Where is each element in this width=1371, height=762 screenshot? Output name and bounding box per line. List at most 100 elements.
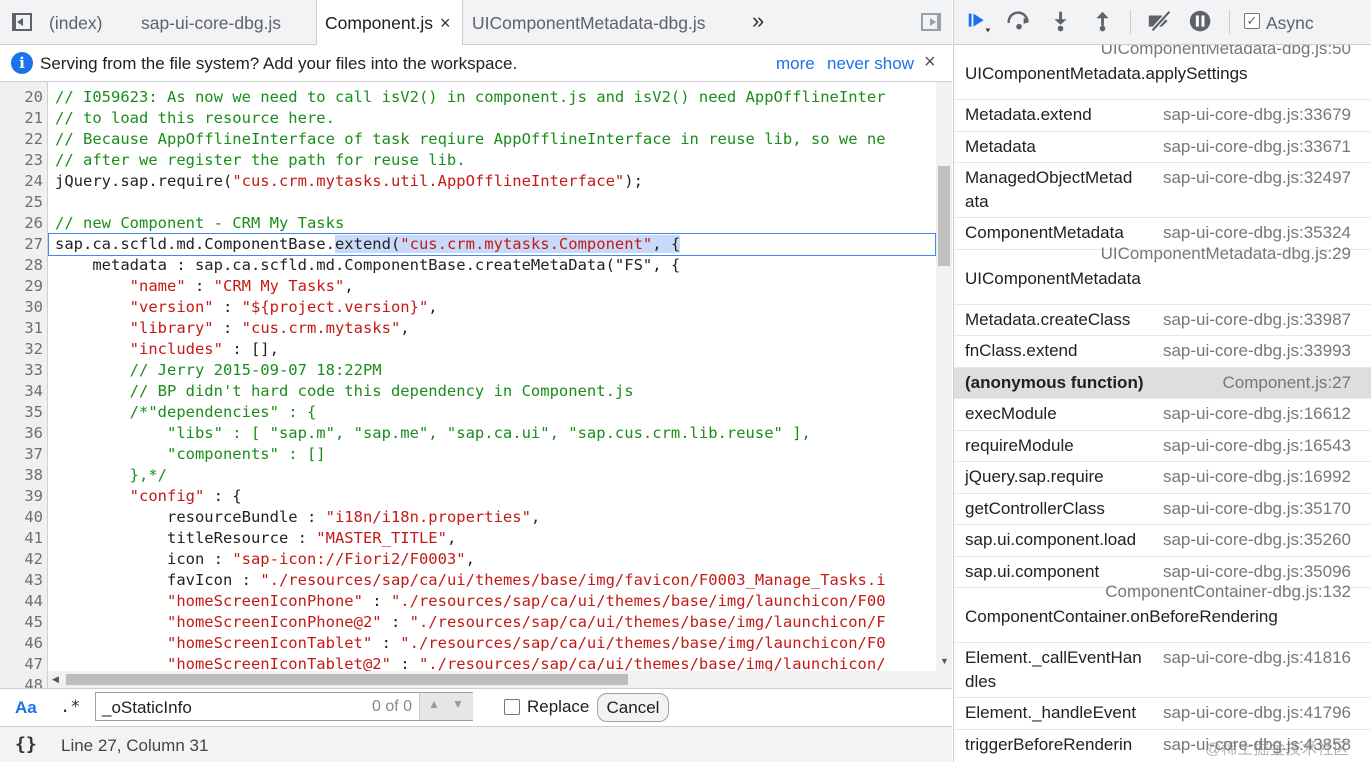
call-stack-frame[interactable]: jQuery.sap.require sap-ui-core-dbg.js:169… [954,462,1371,494]
step-into-icon[interactable] [1049,8,1073,36]
close-icon[interactable]: × [924,51,936,74]
navigator-toggle-icon[interactable] [12,13,32,31]
line-number[interactable]: 45 [0,612,43,633]
tab-sap-ui-core-dbg[interactable]: sap-ui-core-dbg.js [141,0,281,45]
call-stack-frame[interactable]: (anonymous function) Component.js:27 [954,367,1371,399]
call-stack-frame[interactable]: ComponentContainer.onBeforeRendering Comp… [954,582,1371,643]
replace-checkbox[interactable] [504,699,520,715]
call-stack-frame[interactable]: UIComponentMetadata UIComponentMetadata-d… [954,244,1371,305]
async-checkbox[interactable]: ✓ [1244,13,1260,29]
pause-on-exceptions-icon[interactable] [1186,8,1216,36]
call-stack-frame[interactable]: execModule sap-ui-core-dbg.js:16612 [954,399,1371,431]
line-number[interactable]: 35 [0,402,43,423]
line-number[interactable]: 23 [0,150,43,171]
call-stack-frame[interactable]: Metadata.extend sap-ui-core-dbg.js:33679 [954,100,1371,132]
call-stack-frame[interactable]: Metadata.createClass sap-ui-core-dbg.js:3… [954,305,1371,336]
scroll-left-icon[interactable]: ◀ [52,674,59,685]
more-tabs-icon[interactable]: » [752,8,764,34]
call-stack-frame[interactable]: Element._callEventHan sap-ui-core-dbg.js:… [954,643,1371,698]
frame-location[interactable]: ComponentContainer-dbg.js:132 [1105,582,1351,602]
line-number[interactable]: 47 [0,654,43,675]
frame-location[interactable]: sap-ui-core-dbg.js:33671 [1163,137,1351,157]
call-stack-frame[interactable]: requireModule sap-ui-core-dbg.js:16543 [954,431,1371,462]
code-line: 22 // Because AppOfflineInterface of task… [0,129,936,150]
match-case-button[interactable]: Aa [15,698,37,718]
line-number[interactable]: 44 [0,591,43,612]
debugger-toggle-icon[interactable] [921,13,941,31]
call-stack-frame[interactable]: Element._handleEvent sap-ui-core-dbg.js:4… [954,698,1371,730]
frame-location[interactable]: UIComponentMetadata-dbg.js:50 [1101,45,1351,59]
more-link[interactable]: more [776,54,815,74]
cancel-button[interactable]: Cancel [597,693,669,722]
line-number[interactable]: 24 [0,171,43,192]
line-number[interactable]: 46 [0,633,43,654]
vertical-scroll-thumb[interactable] [938,166,950,266]
code-line: 30 "version" : "${project.version}", [0,297,936,318]
previous-match-icon[interactable]: ▲ [428,697,440,711]
never-show-link[interactable]: never show [827,54,914,74]
frame-location[interactable]: sap-ui-core-dbg.js:16543 [1163,436,1351,456]
line-number[interactable]: 42 [0,549,43,570]
call-stack-frame[interactable]: fnClass.extend sap-ui-core-dbg.js:33993 [954,336,1371,368]
call-stack-frame[interactable]: sap.ui.component.load sap-ui-core-dbg.js:… [954,525,1371,557]
line-number[interactable]: 41 [0,528,43,549]
code-line: 20 // I059623: As now we need to call isV… [0,87,936,108]
frame-location[interactable]: sap-ui-core-dbg.js:33679 [1163,105,1351,125]
scroll-down-icon[interactable]: ▼ [940,656,949,666]
regex-button[interactable]: .* [60,697,80,717]
tab-component-js[interactable]: Component.js × [316,0,463,46]
frame-location[interactable]: sap-ui-core-dbg.js:32497 [1163,168,1351,188]
line-number[interactable]: 29 [0,276,43,297]
frame-location[interactable]: Component.js:27 [1222,373,1351,393]
resume-icon[interactable] [964,8,994,36]
line-number[interactable]: 34 [0,381,43,402]
line-number[interactable]: 20 [0,87,43,108]
frame-location[interactable]: UIComponentMetadata-dbg.js:29 [1101,244,1351,264]
line-number[interactable]: 39 [0,486,43,507]
frame-location[interactable]: sap-ui-core-dbg.js:35096 [1163,562,1351,582]
line-number[interactable]: 21 [0,108,43,129]
vertical-scrollbar[interactable]: ▼ [936,82,952,688]
line-number[interactable]: 43 [0,570,43,591]
frame-location[interactable]: sap-ui-core-dbg.js:41796 [1163,703,1351,723]
frame-location[interactable]: sap-ui-core-dbg.js:41816 [1163,648,1351,668]
tab-index[interactable]: (index) [49,0,103,45]
frame-location[interactable]: sap-ui-core-dbg.js:33993 [1163,341,1351,361]
code-editor[interactable]: 20 // I059623: As now we need to call isV… [0,82,952,688]
line-number[interactable]: 22 [0,129,43,150]
frame-location[interactable]: sap-ui-core-dbg.js:16612 [1163,404,1351,424]
close-tab-icon[interactable]: × [440,13,451,33]
line-number[interactable]: 40 [0,507,43,528]
next-match-icon[interactable]: ▼ [452,697,464,711]
frame-location[interactable]: sap-ui-core-dbg.js:35260 [1163,530,1351,550]
line-number[interactable]: 37 [0,444,43,465]
line-number[interactable]: 30 [0,297,43,318]
call-stack-frame[interactable]: ManagedObjectMetad sap-ui-core-dbg.js:324… [954,163,1371,218]
call-stack-frame[interactable]: Metadata sap-ui-core-dbg.js:33671 [954,132,1371,163]
line-number[interactable]: 48 [0,675,43,688]
horizontal-scrollbar[interactable]: ◀ [48,671,936,688]
line-number[interactable]: 38 [0,465,43,486]
line-number[interactable]: 28 [0,255,43,276]
frame-location[interactable]: sap-ui-core-dbg.js:33987 [1163,310,1351,330]
line-number[interactable]: 33 [0,360,43,381]
code-token: , { [652,235,681,253]
call-stack-frame[interactable]: getControllerClass sap-ui-core-dbg.js:351… [954,494,1371,525]
pretty-print-button[interactable]: {} [15,734,37,755]
search-input[interactable]: _oStaticInfo 0 of 0 ▲ ▼ [95,692,473,721]
frame-location[interactable]: sap-ui-core-dbg.js:35170 [1163,499,1351,519]
step-over-icon[interactable] [1004,8,1034,36]
line-number[interactable]: 31 [0,318,43,339]
frame-location[interactable]: sap-ui-core-dbg.js:35324 [1163,223,1351,243]
horizontal-scroll-thumb[interactable] [66,674,628,685]
frame-location[interactable]: sap-ui-core-dbg.js:16992 [1163,467,1351,487]
line-number[interactable]: 26 [0,213,43,234]
line-number[interactable]: 25 [0,192,43,213]
call-stack-frame[interactable]: UIComponentMetadata.applySettings UICompo… [954,45,1371,100]
line-number[interactable]: 36 [0,423,43,444]
line-number[interactable]: 32 [0,339,43,360]
tab-uicomponentmetadata-dbg[interactable]: UIComponentMetadata-dbg.js [472,0,705,45]
step-out-icon[interactable] [1091,8,1115,36]
line-number[interactable]: 27 [0,234,43,255]
deactivate-breakpoints-icon[interactable] [1144,8,1176,36]
